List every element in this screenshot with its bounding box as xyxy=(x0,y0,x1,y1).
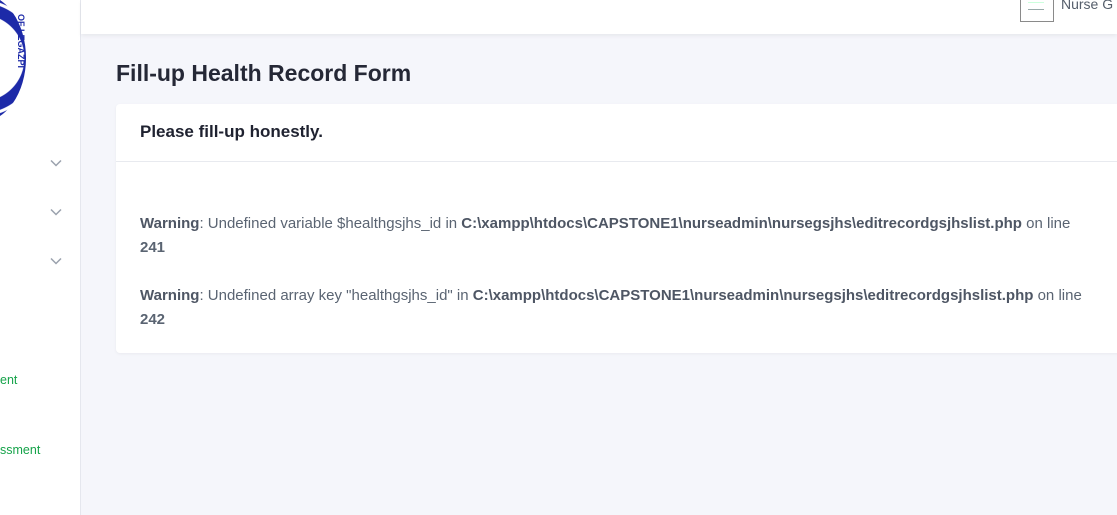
topbar xyxy=(81,0,1117,34)
warning-file-path: C:\xampp\htdocs\CAPSTONE1\nurseadmin\nur… xyxy=(461,215,1022,232)
page-title: Fill-up Health Record Form xyxy=(116,60,412,86)
school-logo[interactable]: OF LEGAZPI xyxy=(0,0,26,122)
user-avatar[interactable] xyxy=(1020,0,1054,22)
sidebar: OF LEGAZPI ent ssment xyxy=(0,0,81,515)
chevron-down-icon[interactable] xyxy=(49,156,63,170)
warning-line: Warning: Undefined variable $healthgsjhs… xyxy=(140,212,1117,236)
sidebar-link-management[interactable]: ent xyxy=(0,373,17,387)
warning-file-path: C:\xampp\htdocs\CAPSTONE1\nurseadmin\nur… xyxy=(472,287,1034,304)
warning-on-line: on line xyxy=(1033,287,1082,304)
chevron-down-icon[interactable] xyxy=(49,205,63,219)
user-name[interactable]: Nurse G xyxy=(1061,0,1113,12)
warning-label: Warning xyxy=(140,215,200,232)
php-warning: Warning: Undefined array key "healthgsjh… xyxy=(140,284,1117,332)
warning-line-number: 242 xyxy=(140,311,166,328)
logo-text: OF LEGAZPI xyxy=(16,14,26,68)
warning-label: Warning xyxy=(140,287,200,304)
warning-line: Warning: Undefined array key "healthgsjh… xyxy=(140,284,1117,308)
sidebar-link-assessment[interactable]: ssment xyxy=(0,443,40,457)
avatar-image-icon xyxy=(1028,2,1044,10)
warning-sep: : xyxy=(199,215,208,232)
php-warning: Warning: Undefined variable $healthgsjhs… xyxy=(140,212,1117,260)
chevron-down-icon[interactable] xyxy=(49,254,63,268)
card-header: Please fill-up honestly. xyxy=(116,104,1117,162)
warning-message: Undefined variable $healthgsjhs_id in xyxy=(207,215,462,232)
warning-message: Undefined array key "healthgsjhs_id" in xyxy=(207,287,473,304)
warning-line-number: 241 xyxy=(140,239,166,256)
warning-sep: : xyxy=(199,287,208,304)
warning-on-line: on line xyxy=(1021,215,1071,232)
card-header-text: Please fill-up honestly. xyxy=(140,122,323,141)
health-record-card: Please fill-up honestly. Warning: Undefi… xyxy=(116,104,1117,353)
